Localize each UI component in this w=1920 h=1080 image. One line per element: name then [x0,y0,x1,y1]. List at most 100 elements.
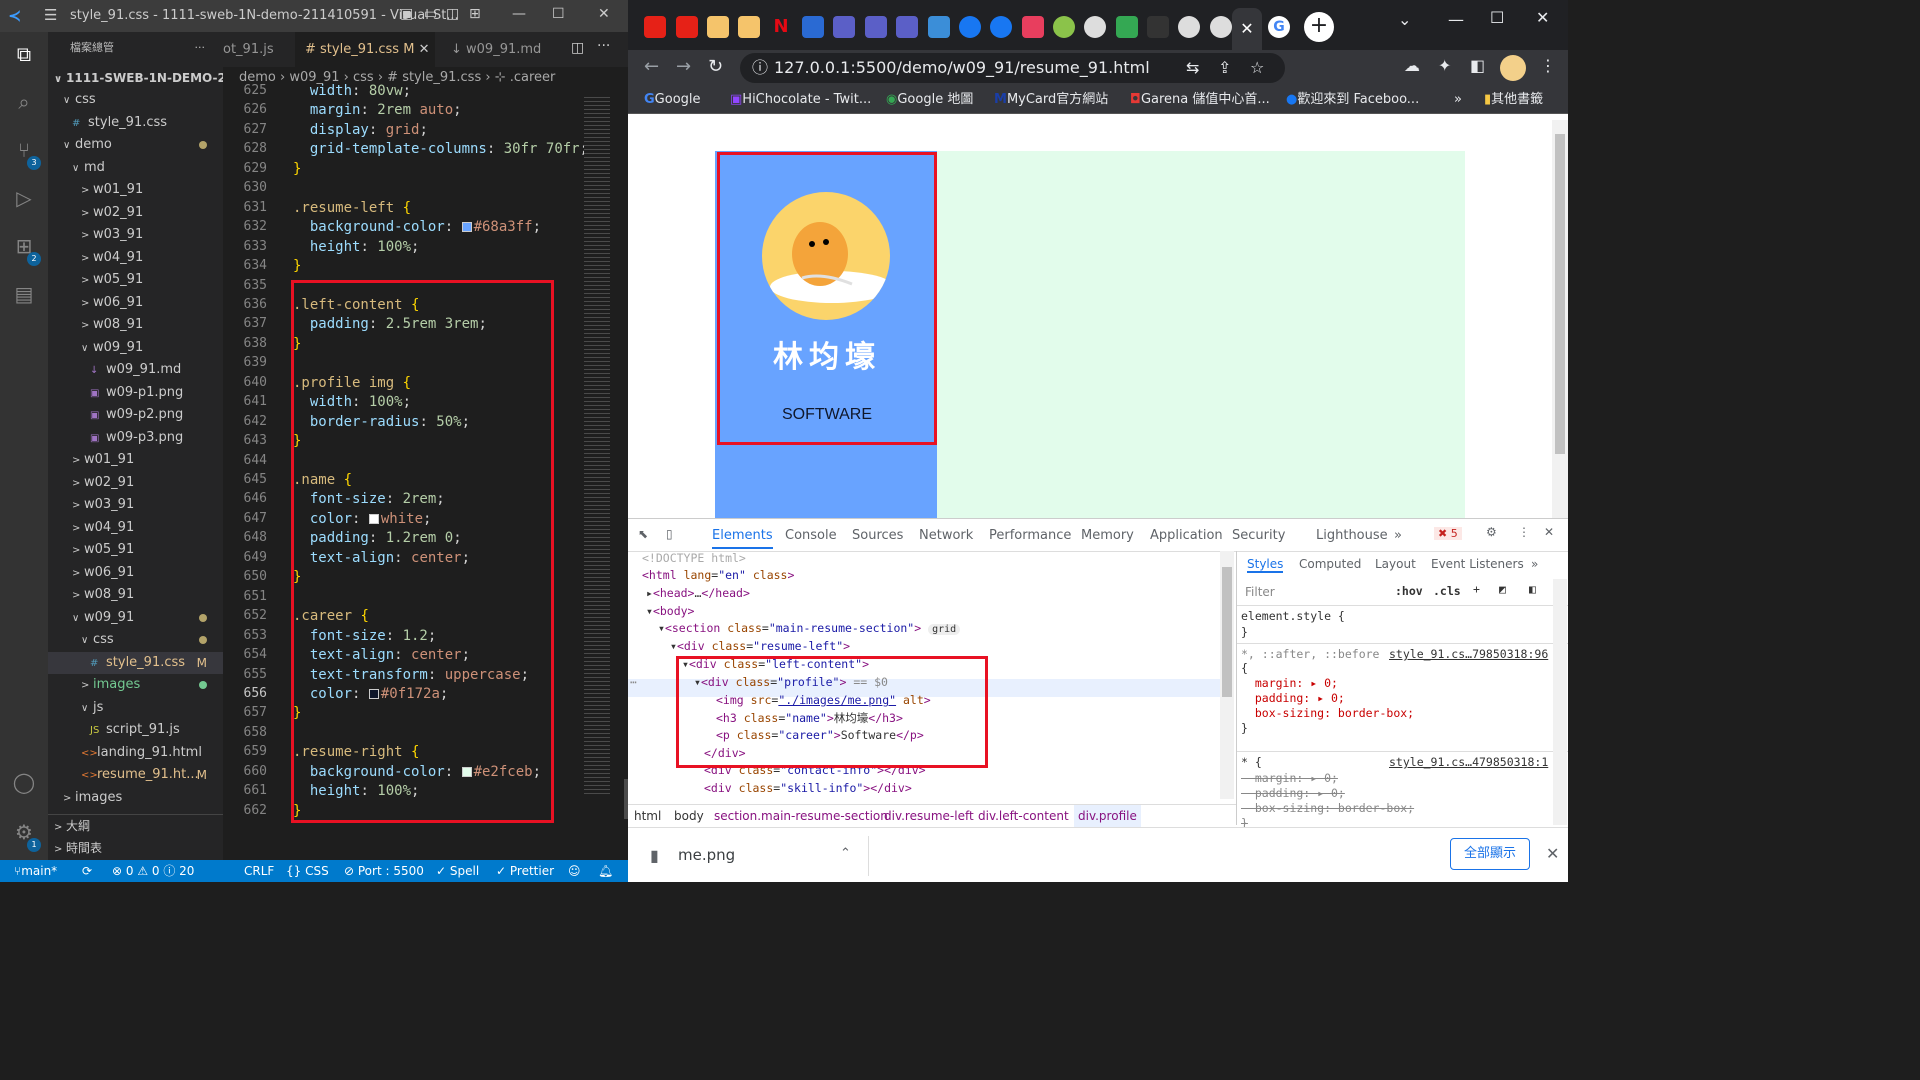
styles-tab[interactable]: Event Listeners [1431,557,1524,571]
folder-item[interactable]: > w04_91 [48,247,223,269]
file-item[interactable]: ▣ w09-p2.png [48,404,223,426]
style-declaration[interactable]: { [1241,661,1414,676]
code-line[interactable]: display: grid; [293,122,428,141]
globe-tab-icon[interactable] [1084,16,1106,38]
code-line[interactable]: height: 100%; [293,239,420,258]
account-icon[interactable]: ◯ [10,770,38,798]
eol-indicator[interactable]: CRLF [244,860,274,882]
devtools-tab[interactable]: Performance [989,523,1071,549]
code-line[interactable]: } [293,258,301,277]
feedback-icon[interactable]: ☺ [568,860,581,882]
workspace-root[interactable]: ∨1111-SWEB-1N-DEMO-21... [48,67,223,89]
tab-search-icon[interactable]: ⌄ [1398,10,1411,29]
hov-toggle[interactable]: :hov [1395,584,1423,598]
style-rule-selector[interactable]: *, ::after, ::before [1241,647,1379,661]
styles-tab[interactable]: Styles [1247,557,1284,573]
file-item[interactable]: <>resume_91.ht... M [48,764,223,786]
extensions-puzzle-icon[interactable]: ✦ [1438,56,1451,75]
style-declaration[interactable]: margin: ▸ 0; [1241,676,1414,691]
avatar[interactable] [1500,55,1526,81]
extension-icon[interactable]: ☁ [1404,56,1420,75]
dom-breadcrumb-item[interactable]: body [674,805,704,827]
maximize-icon[interactable]: ☐ [1490,8,1504,27]
close-icon[interactable]: ✕ [598,6,610,22]
bookmark-google-maps[interactable]: ◉ Google 地圖 [886,86,973,114]
folder-item[interactable]: ∨ js [48,697,223,719]
folder-item[interactable]: > w06_91 [48,292,223,314]
teams-tab-icon[interactable] [833,16,855,38]
cls-toggle[interactable]: .cls [1433,584,1461,598]
device-toolbar-icon[interactable]: ▯ [666,527,673,541]
globe-tab-icon[interactable] [1178,16,1200,38]
folder-item[interactable]: ∨ demo [48,134,223,156]
translate-icon[interactable]: ⇆ [1186,53,1199,83]
code-line[interactable]: background-color: #68a3ff; [293,219,541,238]
style-declaration[interactable]: box-sizing: border-box; [1241,706,1414,721]
customize-layout-icon[interactable]: ⊞ [469,6,481,22]
tab-icon[interactable] [1022,16,1044,38]
folder-item[interactable]: > w03_91 [48,224,223,246]
style-rule-body[interactable]: margin: ▸ 0; padding: ▸ 0; box-sizing: b… [1241,771,1414,831]
folder-item[interactable]: ∨ w09_91 [48,337,223,359]
tab-script[interactable]: ot_91.js [213,32,284,67]
remote-explorer-icon[interactable]: ▤ [10,282,38,310]
facebook-tab-icon[interactable] [990,16,1012,38]
file-item[interactable]: ▣ w09-p3.png [48,427,223,449]
close-icon[interactable]: ✕ [419,42,430,57]
styles-tab[interactable]: » [1531,557,1538,571]
devtools-tab[interactable]: Security [1232,523,1285,549]
more-icon[interactable]: ··· [195,32,206,64]
code-line[interactable]: .resume-left { [293,200,411,219]
folder-item[interactable]: > w05_91 [48,269,223,291]
add-rule-icon[interactable]: + [1473,582,1480,596]
folder-item[interactable]: > w01_91 [48,449,223,471]
tab-icon[interactable] [802,16,824,38]
folder-item[interactable]: ∨ css [48,89,223,111]
tab-icon[interactable] [738,16,760,38]
style-declaration[interactable]: padding: ▸ 0; [1241,691,1414,706]
youtube-tab-icon[interactable] [644,16,666,38]
tab-icon[interactable] [928,16,950,38]
show-all-button[interactable]: 全部顯示 [1450,838,1530,870]
run-debug-icon[interactable]: ▷ [10,186,38,214]
live-server-port[interactable]: ⊘ Port : 5500 [344,860,424,882]
other-bookmarks[interactable]: ▮ 其他書籤 [1484,86,1543,114]
devtools-tab[interactable]: Console [785,523,837,549]
menu-icon[interactable]: ☰ [44,6,57,24]
code-line[interactable]: margin: 2rem auto; [293,102,462,121]
folder-item[interactable]: > w04_91 [48,517,223,539]
close-icon[interactable]: ✕ [1546,844,1559,863]
folder-item[interactable]: > w02_91 [48,472,223,494]
more-bookmarks[interactable]: » [1454,86,1462,114]
download-filename[interactable]: me.png [678,846,735,864]
folder-item[interactable]: > images [48,674,223,696]
branch-indicator[interactable]: ⑂ main* [14,860,57,882]
tab-w09-md[interactable]: ↓ w09_91.md [441,32,551,67]
file-item[interactable]: # style_91.css [48,112,223,134]
style-declaration[interactable]: } [1241,721,1414,736]
style-rule-selector[interactable]: * { [1241,755,1262,769]
settings-gear-icon[interactable]: ⚙ [1486,525,1497,539]
file-item[interactable]: <>landing_91.html [48,742,223,764]
style-declaration[interactable]: box-sizing: border-box; [1241,801,1414,816]
explorer-icon[interactable]: ⧉ [10,42,38,70]
folder-item[interactable]: > images [48,787,223,809]
page-scrollbar[interactable] [1552,120,1568,520]
layout-icon[interactable]: ▣ [400,6,413,22]
devtools-tab[interactable]: Elements [712,523,773,549]
style-declaration[interactable]: padding: ▸ 0; [1241,786,1414,801]
share-icon[interactable]: ⇪ [1218,53,1231,83]
folder-item[interactable]: > w06_91 [48,562,223,584]
chevron-up-icon[interactable]: ⌃ [840,846,851,861]
file-item[interactable]: ▣ w09-p1.png [48,382,223,404]
bookmark-hichocolate[interactable]: ▣ HiChocolate - Twit... [730,86,871,114]
devtools-tab[interactable]: Lighthouse [1316,523,1388,549]
menu-icon[interactable]: ⋮ [1540,56,1556,75]
maximize-icon[interactable]: ☐ [552,6,565,22]
minimap[interactable] [578,89,628,849]
styles-filter-input[interactable]: Filter [1241,581,1381,603]
folder-item[interactable]: ∨ css [48,629,223,651]
more-icon[interactable]: ⋮ [1518,525,1530,539]
teams-tab-icon[interactable] [896,16,918,38]
minimize-icon[interactable]: — [1448,10,1464,29]
